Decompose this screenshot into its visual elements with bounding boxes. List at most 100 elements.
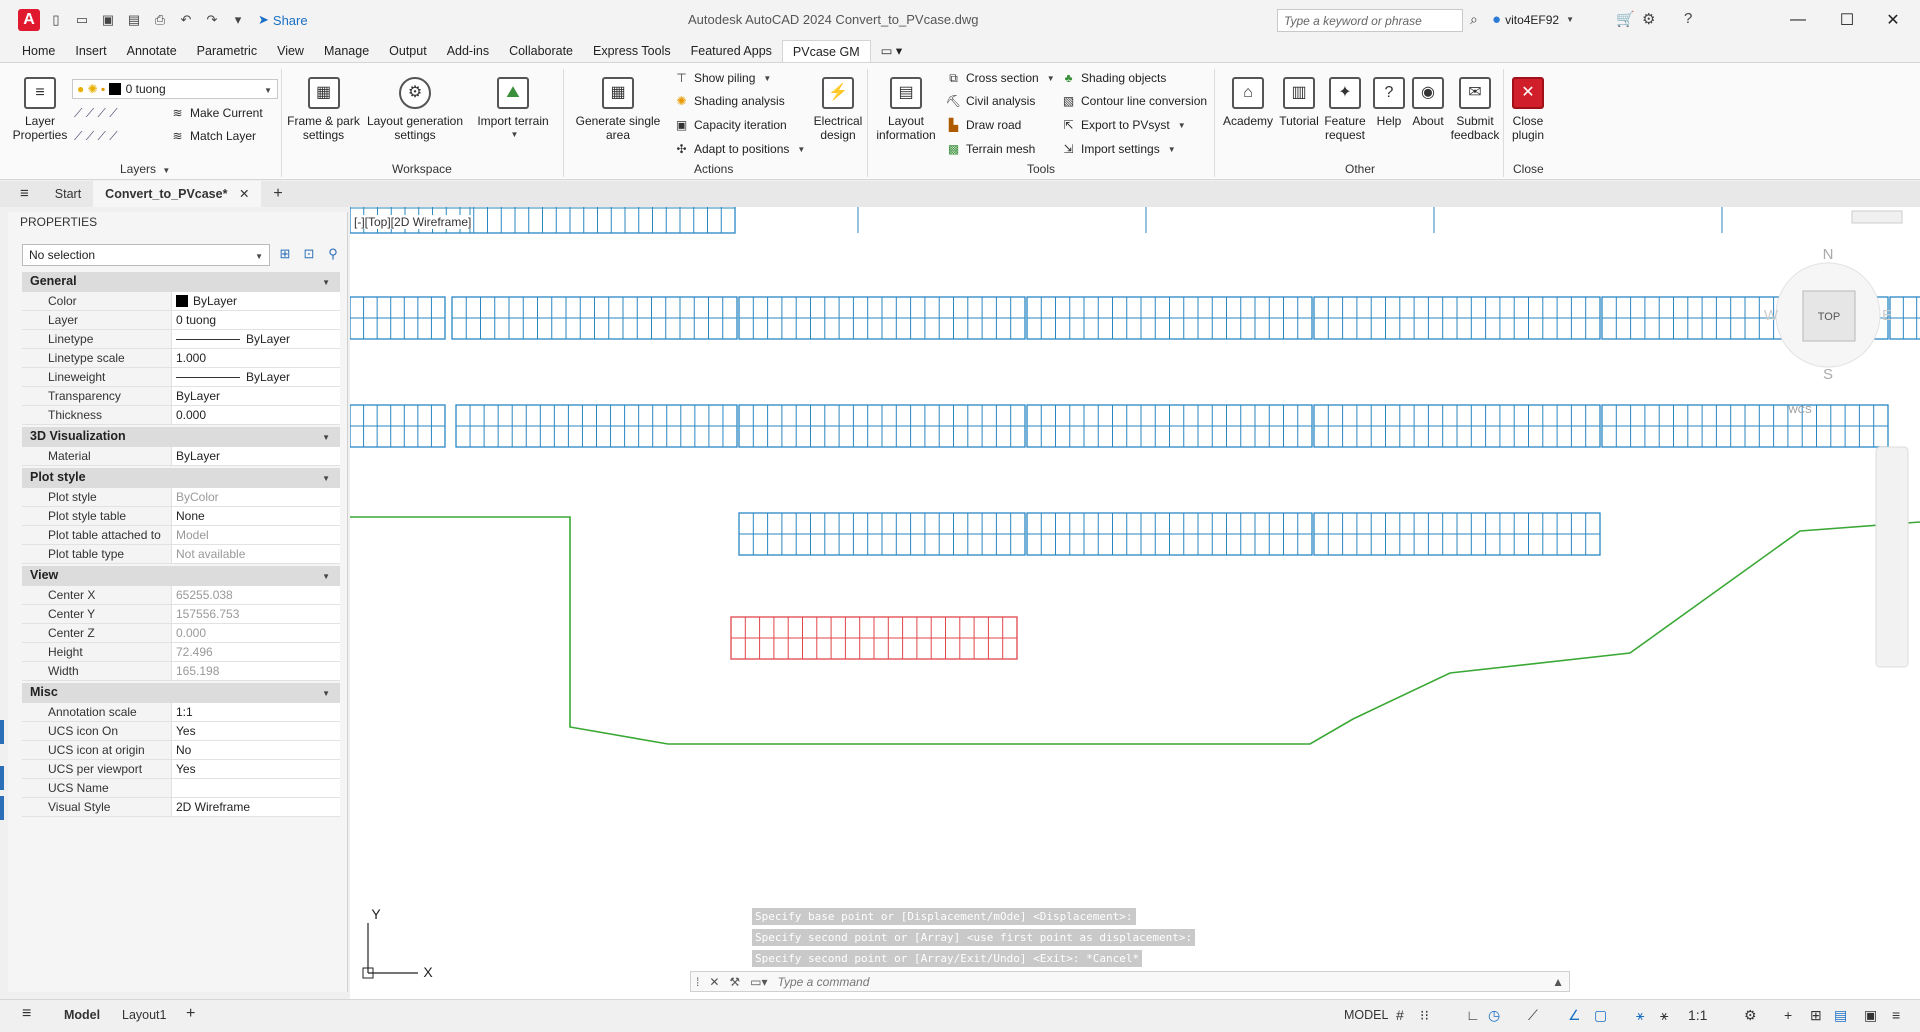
section-general[interactable]: General ▼ xyxy=(22,272,340,292)
annotation-scale[interactable]: 1:1 xyxy=(1688,1007,1707,1023)
property-row[interactable]: Plot table attached to Model xyxy=(22,526,340,545)
customize-qat-icon[interactable]: ▾ xyxy=(228,10,248,30)
section-view[interactable]: View ▼ xyxy=(22,566,340,586)
help-icon[interactable]: ? xyxy=(1684,10,1692,27)
shading-analysis-button[interactable]: ✺ Shading analysis xyxy=(674,92,784,110)
ribbon-tab-output[interactable]: Output xyxy=(379,40,437,62)
maximize-button[interactable]: ☐ xyxy=(1826,6,1868,34)
property-row[interactable]: Transparency ByLayer xyxy=(22,387,340,406)
property-row[interactable]: Center Z 0.000 xyxy=(22,624,340,643)
object-snap-tracking-icon[interactable]: ∠ xyxy=(1568,1007,1581,1024)
undo-icon[interactable]: ↶ xyxy=(176,10,196,30)
share-button[interactable]: ➤ Share xyxy=(258,12,308,28)
tutorial-button[interactable]: ▥ Tutorial xyxy=(1276,77,1322,128)
match-layer-button[interactable]: ≋ Match Layer xyxy=(170,127,256,145)
generate-single-area-button[interactable]: ▦ Generate single area xyxy=(574,77,662,142)
ribbon-tab-home[interactable]: Home xyxy=(12,40,65,62)
polar-icon[interactable]: ◷ xyxy=(1488,1007,1500,1024)
save-as-icon[interactable]: ▤ xyxy=(124,10,144,30)
snap-icon[interactable]: ⁝⁝ xyxy=(1420,1007,1429,1024)
layer-properties-button[interactable]: ≡ Layer Properties xyxy=(12,77,68,142)
property-row[interactable]: UCS icon On Yes xyxy=(22,722,340,741)
property-row[interactable]: Linetype scale 1.000 xyxy=(22,349,340,368)
electrical-design-button[interactable]: ⚡ Electrical design xyxy=(808,77,868,142)
cross-section-button[interactable]: ⧉ Cross section ▼ xyxy=(946,69,1054,87)
customization-icon[interactable]: ≡ xyxy=(1892,1007,1900,1023)
property-value[interactable]: ByLayer xyxy=(172,330,340,348)
property-row[interactable]: Thickness 0.000 xyxy=(22,406,340,425)
autocad-logo-icon[interactable]: A xyxy=(18,9,40,31)
property-value[interactable]: ByLayer xyxy=(172,292,340,310)
property-value[interactable]: Model xyxy=(172,526,340,544)
make-current-button[interactable]: ≋ Make Current xyxy=(170,104,262,122)
redo-icon[interactable]: ↷ xyxy=(202,10,222,30)
model-space-toggle[interactable]: MODEL xyxy=(1344,1008,1388,1022)
property-row[interactable]: Width 165.198 xyxy=(22,662,340,681)
layers-panel-title[interactable]: Layers ▼ xyxy=(120,162,170,176)
ribbon-tab-manage[interactable]: Manage xyxy=(314,40,379,62)
search-icon[interactable]: ⌕ xyxy=(1470,11,1478,28)
property-row[interactable]: Plot table type Not available xyxy=(22,545,340,564)
property-row[interactable]: Color ByLayer xyxy=(22,292,340,311)
property-value[interactable]: 165.198 xyxy=(172,662,340,680)
ribbon-minimize-icon[interactable]: ▭ ▾ xyxy=(871,40,913,62)
ribbon-tab-parametric[interactable]: Parametric xyxy=(187,40,267,62)
auto-scale-icon[interactable]: ⚹ xyxy=(1660,1007,1668,1024)
adapt-to-positions-button[interactable]: ✣ Adapt to positions ▼ xyxy=(674,140,805,158)
ribbon-tab-featured-apps[interactable]: Featured Apps xyxy=(681,40,782,62)
menu-icon[interactable]: ≡ xyxy=(22,1005,31,1023)
import-settings-button[interactable]: ⇲ Import settings ▼ xyxy=(1061,140,1175,158)
ribbon-tab-insert[interactable]: Insert xyxy=(65,40,116,62)
capacity-iteration-button[interactable]: ▣ Capacity iteration xyxy=(674,116,787,134)
new-tab-button[interactable]: + xyxy=(261,181,294,207)
property-value[interactable]: Yes xyxy=(172,760,340,778)
grid-icon[interactable]: # xyxy=(1396,1007,1404,1023)
quick-select-icon[interactable]: ⚲ xyxy=(324,246,342,264)
isolate-objects-icon[interactable]: ▣ xyxy=(1864,1007,1877,1024)
property-row[interactable]: Annotation scale 1:1 xyxy=(22,703,340,722)
property-value[interactable]: 1:1 xyxy=(172,703,340,721)
viewport-controls-label[interactable]: [-][Top][2D Wireframe] xyxy=(352,215,474,229)
property-row[interactable]: Center X 65255.038 xyxy=(22,586,340,605)
search-input[interactable]: Type a keyword or phrase xyxy=(1277,9,1463,32)
ribbon-tab-annotate[interactable]: Annotate xyxy=(117,40,187,62)
layer-tools-row-2[interactable]: ⟋ ⟋ ⟋ ⟋ xyxy=(74,127,118,145)
user-account[interactable]: ● vito4EF92 ▼ xyxy=(1492,11,1574,28)
property-value[interactable]: ByLayer xyxy=(172,447,340,465)
property-row[interactable]: Layer 0 tuong xyxy=(22,311,340,330)
property-row[interactable]: UCS icon at origin No xyxy=(22,741,340,760)
toggle-pickadd-icon[interactable]: ⊞ xyxy=(276,246,294,264)
section-misc[interactable]: Misc ▼ xyxy=(22,683,340,703)
layer-dropdown[interactable]: ● ✺ ▪ 0 tuong ▼ xyxy=(72,79,278,99)
close-command-icon[interactable]: ✕ xyxy=(709,975,719,989)
submit-feedback-button[interactable]: ✉ Submit feedback xyxy=(1450,77,1500,142)
ribbon-tab-view[interactable]: View xyxy=(267,40,314,62)
chevron-up-icon[interactable]: ▲ xyxy=(1552,975,1564,989)
quick-properties-icon[interactable]: ▤ xyxy=(1834,1007,1847,1024)
property-value[interactable]: None xyxy=(172,507,340,525)
drawing-canvas[interactable]: [-][Top][2D Wireframe] TOP N S W E WCS Y X xyxy=(350,207,1920,999)
close-window-button[interactable]: ✕ xyxy=(1872,6,1914,34)
property-value[interactable]: 0 tuong xyxy=(172,311,340,329)
section-plot-style[interactable]: Plot style ▼ xyxy=(22,468,340,488)
draw-road-button[interactable]: ▙ Draw road xyxy=(946,116,1021,134)
ribbon-tab-express-tools[interactable]: Express Tools xyxy=(583,40,681,62)
selection-dropdown[interactable]: No selection ▼ xyxy=(22,244,270,266)
tab-layout1[interactable]: Layout1 xyxy=(122,1008,166,1022)
add-layout-button[interactable]: + xyxy=(186,1005,195,1023)
property-value[interactable]: ByLayer xyxy=(172,387,340,405)
property-value[interactable] xyxy=(172,779,340,797)
property-value[interactable]: 0.000 xyxy=(172,624,340,642)
property-row[interactable]: UCS Name xyxy=(22,779,340,798)
property-value[interactable]: 1.000 xyxy=(172,349,340,367)
property-value[interactable]: No xyxy=(172,741,340,759)
annotation-visibility-icon[interactable]: ⚹ xyxy=(1636,1007,1644,1024)
close-tab-icon[interactable]: ✕ xyxy=(239,187,249,201)
cart-icon[interactable]: 🛒 xyxy=(1616,10,1635,28)
civil-analysis-button[interactable]: ⛏ Civil analysis xyxy=(946,92,1035,110)
frame-park-settings-button[interactable]: ▦ Frame & park settings xyxy=(285,77,362,142)
help-button[interactable]: ? Help xyxy=(1372,77,1406,128)
workspace-gear-icon[interactable]: ⚙ xyxy=(1744,1007,1757,1024)
property-row[interactable]: Plot style ByColor xyxy=(22,488,340,507)
tab-start[interactable]: Start xyxy=(43,181,93,207)
